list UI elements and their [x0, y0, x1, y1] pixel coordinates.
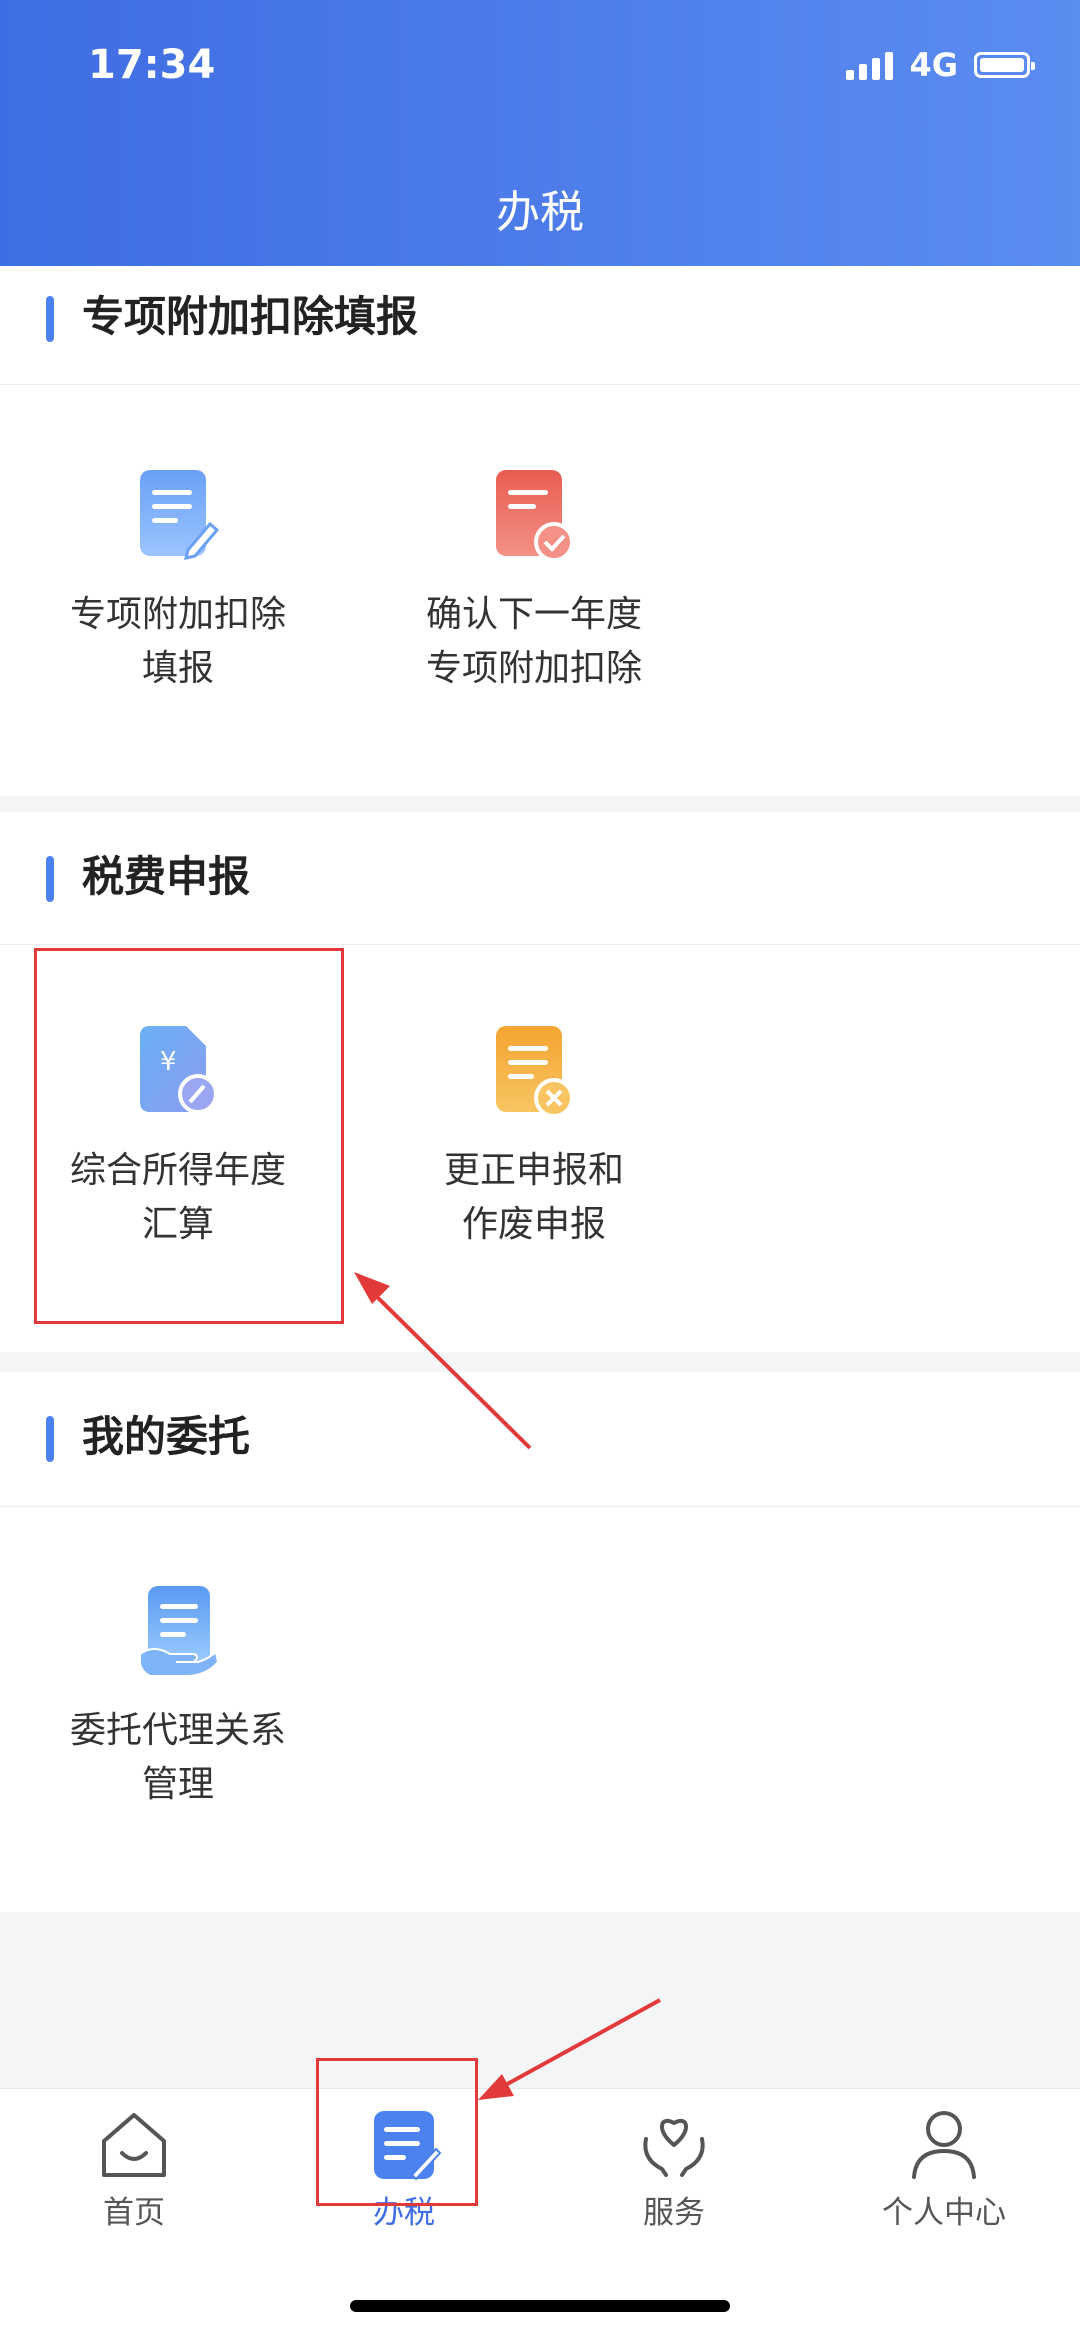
annotation-arrowhead-2	[478, 2074, 514, 2100]
annotation-arrow-1	[368, 1288, 532, 1450]
annotation-arrowhead-1	[354, 1272, 390, 1304]
annotation-arrow-2	[499, 1998, 661, 2090]
annotation-arrows	[354, 1272, 661, 2100]
